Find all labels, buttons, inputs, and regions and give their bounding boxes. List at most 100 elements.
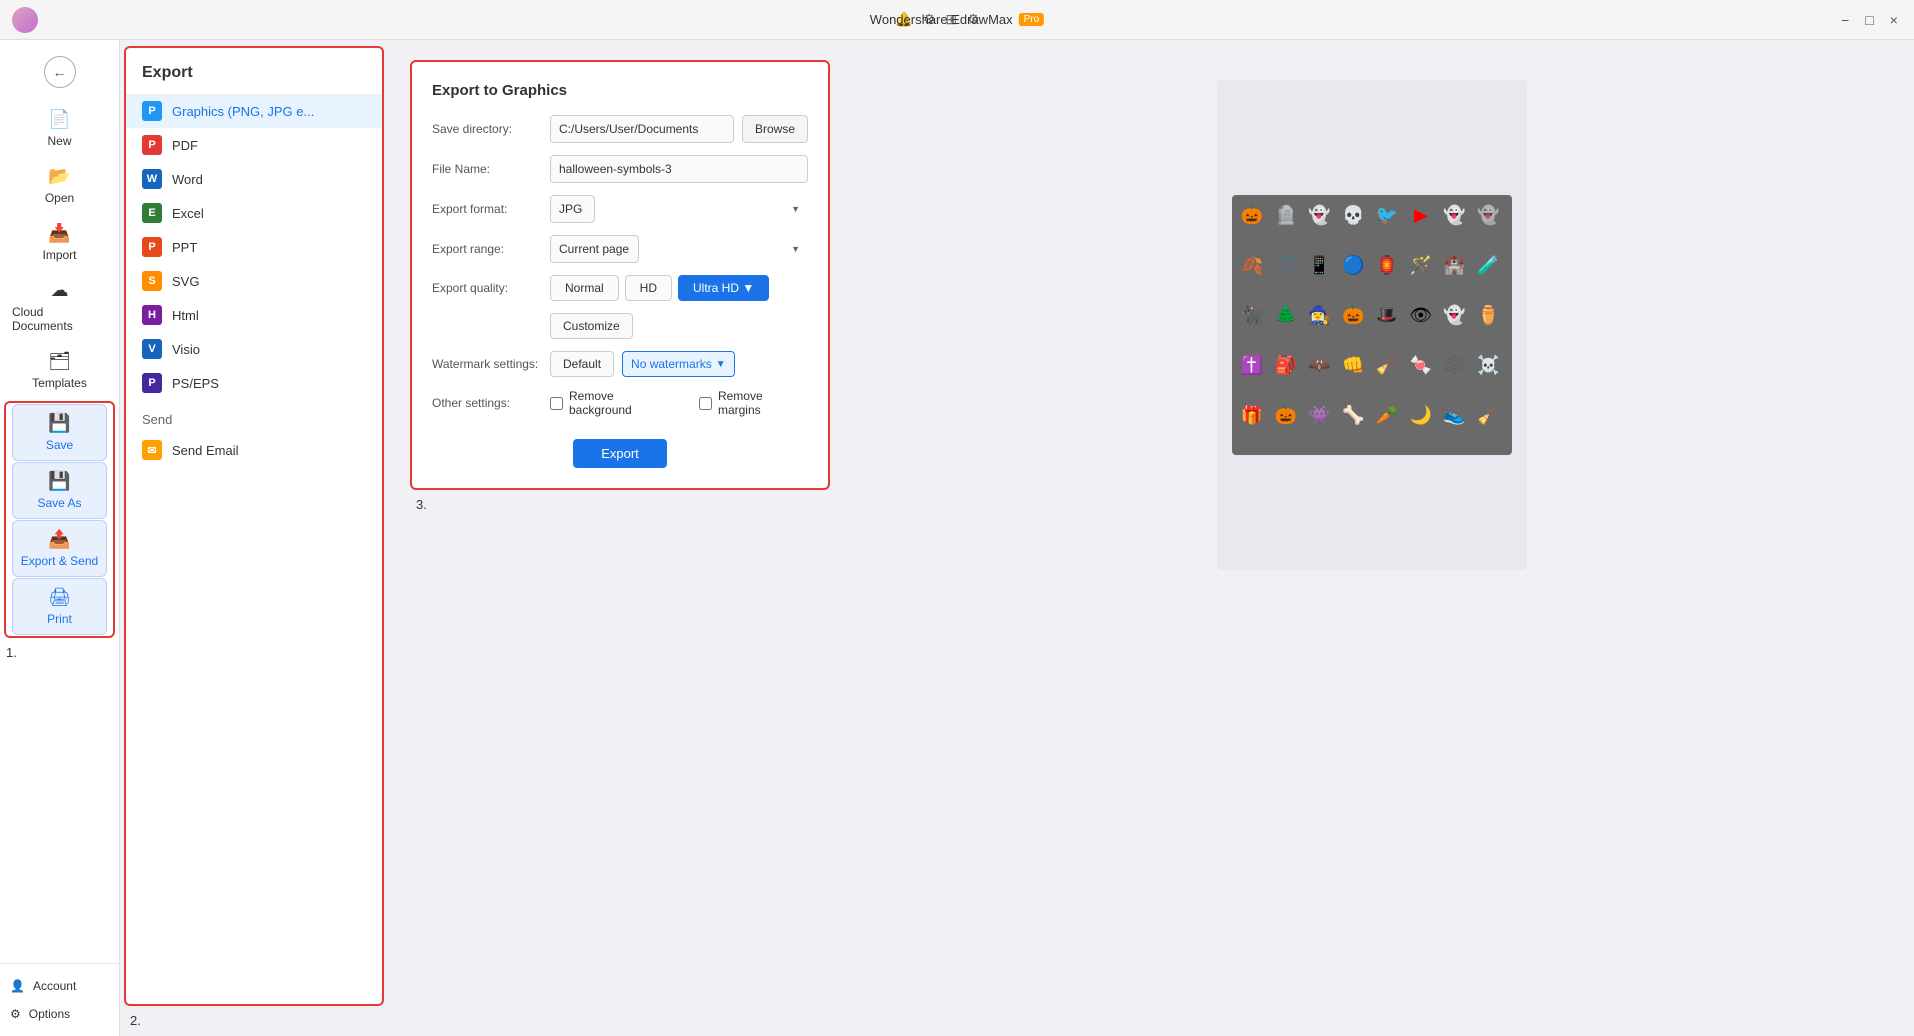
remove-margins-checkbox[interactable] [699, 397, 712, 410]
export-range-select[interactable]: Current page All pages [550, 235, 639, 263]
h-icon-cross: ✝️ [1238, 351, 1266, 379]
remove-bg-checkbox[interactable] [550, 397, 563, 410]
export-item-excel[interactable]: E Excel [126, 196, 382, 230]
export-dialog: Export to Graphics Save directory: Brows… [410, 60, 830, 490]
watermark-default-button[interactable]: Default [550, 351, 614, 377]
main-layout: ← 📄 New 📂 Open 📥 Import ☁ Cloud Document… [0, 40, 1914, 1036]
annotation-1: 1. [0, 644, 119, 662]
h-icon-youtube: ▶ [1407, 201, 1435, 229]
h-icon-monster: 👾 [1306, 401, 1334, 429]
minimize-button[interactable]: − [1837, 12, 1853, 28]
hd-quality-button[interactable]: HD [625, 275, 672, 301]
h-icon-wand: 🪄 [1407, 251, 1435, 279]
h-icon-tree: 🌲 [1272, 301, 1300, 329]
h-icon-grave: 🪦 [1272, 201, 1300, 229]
sidebar-item-options[interactable]: ⚙ Options [0, 1000, 119, 1028]
normal-quality-button[interactable]: Normal [550, 275, 619, 301]
remove-margins-label[interactable]: Remove margins [699, 389, 808, 417]
sidebar-item-templates[interactable]: 🗂 Templates [6, 343, 113, 398]
save-directory-input[interactable] [550, 115, 734, 143]
export-item-email[interactable]: ✉ Send Email [126, 433, 382, 467]
maximize-button[interactable]: □ [1861, 12, 1877, 28]
excel-icon: E [142, 203, 162, 223]
save-icon: 💾 [48, 413, 70, 434]
h-icon-ghost2: 👻 [1441, 201, 1469, 229]
account-label: Account [33, 979, 76, 993]
sidebar-export-label: Export & Send [21, 554, 98, 568]
sidebar-item-account[interactable]: 👤 Account [0, 972, 119, 1000]
account-icon: 👤 [10, 979, 25, 993]
file-name-input[interactable] [550, 155, 808, 183]
file-name-row: File Name: [432, 155, 808, 183]
back-button[interactable]: ← [44, 56, 76, 88]
export-format-select[interactable]: JPG PNG BMP [550, 195, 595, 223]
h-icon-eye: 👁 [1407, 301, 1435, 329]
other-settings-row: Other settings: Remove background Remove… [432, 389, 808, 417]
customize-button[interactable]: Customize [550, 313, 633, 339]
png-icon: P [142, 101, 162, 121]
export-item-html[interactable]: H Html [126, 298, 382, 332]
export-item-svg[interactable]: S SVG [126, 264, 382, 298]
export-format-wrapper: JPG PNG BMP [550, 195, 808, 223]
h-icon-fb: 🔵 [1339, 251, 1367, 279]
browse-button[interactable]: Browse [742, 115, 808, 143]
export-quality-label: Export quality: [432, 281, 542, 295]
export-range-label: Export range: [432, 242, 542, 256]
ultrahd-quality-button[interactable]: Ultra HD ▼ [678, 275, 769, 301]
export-icon: 📤 [48, 529, 70, 550]
other-settings-label: Other settings: [432, 396, 542, 410]
close-button[interactable]: × [1886, 12, 1902, 28]
sidebar-import-label: Import [42, 248, 76, 262]
export-item-ppt[interactable]: P PPT [126, 230, 382, 264]
pro-badge: Pro [1019, 13, 1045, 26]
sidebar-item-save[interactable]: 💾 Save [12, 404, 107, 461]
export-word-label: Word [172, 172, 203, 187]
file-name-label: File Name: [432, 162, 542, 176]
remove-bg-text: Remove background [569, 389, 679, 417]
sidebar-item-import[interactable]: 📥 Import [6, 215, 113, 270]
export-pdf-label: PDF [172, 138, 198, 153]
export-button[interactable]: Export [573, 439, 667, 468]
sidebar-item-open[interactable]: 📂 Open [6, 158, 113, 213]
export-item-visio[interactable]: V Visio [126, 332, 382, 366]
window-controls[interactable]: − □ × [1837, 12, 1902, 28]
send-email-label: Send Email [172, 443, 238, 458]
h-icon-twitter: 🐦 [1373, 201, 1401, 229]
export-item-ps[interactable]: P PS/EPS [126, 366, 382, 400]
export-item-word[interactable]: W Word [126, 162, 382, 196]
export-item-pdf[interactable]: P PDF [126, 128, 382, 162]
h-icon-skull: 💀 [1339, 201, 1367, 229]
export-panel-title: Export [126, 64, 382, 94]
h-icon-pumpkin: 🎃 [1238, 201, 1266, 229]
sidebar-save-label: Save [46, 438, 73, 452]
h-icon-pumpkin3: 🎃 [1272, 401, 1300, 429]
h-icon-shoes: 👟 [1441, 401, 1469, 429]
sidebar-item-new[interactable]: 📄 New [6, 101, 113, 156]
visio-icon: V [142, 339, 162, 359]
sidebar-item-print[interactable]: 🖨 Print [12, 578, 107, 635]
export-png-label: Graphics (PNG, JPG e... [172, 104, 314, 119]
send-section-title: Send [126, 400, 382, 433]
h-icon-potion: 🧪 [1474, 251, 1502, 279]
sidebar-item-cloud[interactable]: ☁ Cloud Documents [6, 272, 113, 341]
options-icon: ⚙ [10, 1007, 21, 1021]
h-icon-candy: 🍬 [1407, 351, 1435, 379]
annotation-2: 2. [120, 1012, 390, 1036]
export-item-png[interactable]: P Graphics (PNG, JPG e... [126, 94, 382, 128]
h-icon-lantern: 🏮 [1373, 251, 1401, 279]
no-watermarks-button[interactable]: No watermarks ▼ [622, 351, 735, 377]
h-icon-witch: 🧙‍♀️ [1306, 301, 1334, 329]
export-range-row: Export range: Current page All pages [432, 235, 808, 263]
sidebar-item-saveas[interactable]: 💾 Save As [12, 462, 107, 519]
preview-card: 🎃 🪦 👻 💀 🐦 ▶ 👻 👻 🍂 🎵 📱 🔵 🏮 🪄 [1217, 80, 1527, 570]
save-dir-label: Save directory: [432, 122, 542, 136]
remove-bg-label[interactable]: Remove background [550, 389, 679, 417]
h-icon-bag: 🎒 [1272, 351, 1300, 379]
sidebar-item-export[interactable]: 📤 Export & Send [12, 520, 107, 577]
export-range-wrapper: Current page All pages [550, 235, 808, 263]
halloween-preview-grid: 🎃 🪦 👻 💀 🐦 ▶ 👻 👻 🍂 🎵 📱 🔵 🏮 🪄 [1232, 195, 1512, 455]
annotation-3: 3. [410, 490, 830, 514]
watermark-row: Watermark settings: Default No watermark… [432, 351, 808, 377]
ps-icon: P [142, 373, 162, 393]
titlebar: Wondershare EdrawMax Pro 🔔 ⚙ ⊞ ⚙ − □ × [0, 0, 1914, 40]
